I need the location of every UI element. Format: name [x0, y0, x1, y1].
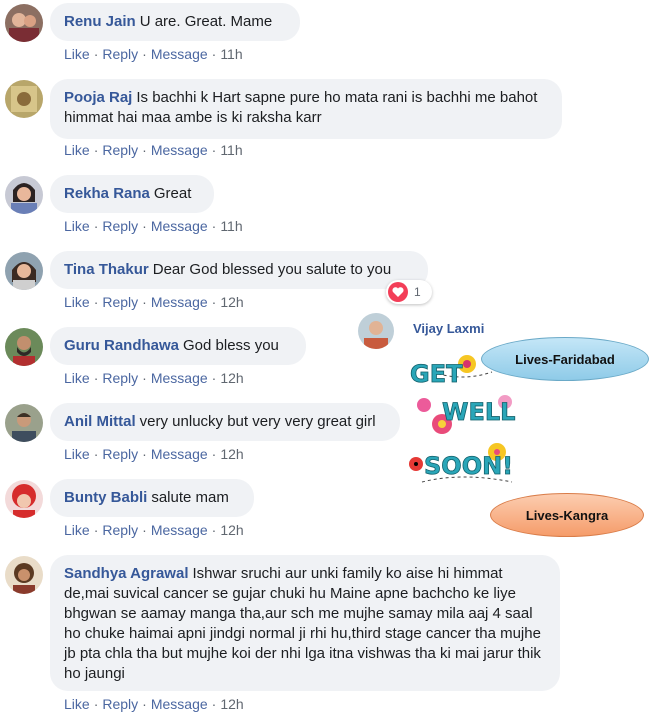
avatar[interactable] — [5, 480, 43, 518]
message-link[interactable]: Message — [151, 142, 208, 158]
like-link[interactable]: Like — [64, 218, 90, 234]
location-label-top: Lives-Faridabad — [481, 337, 649, 381]
avatar[interactable] — [5, 252, 43, 290]
message-link[interactable]: Message — [151, 696, 208, 712]
commenter-name[interactable]: Rekha Rana — [64, 185, 150, 202]
reply-link[interactable]: Reply — [102, 46, 138, 62]
comment-bubble: Bunty Babli salute mam — [50, 479, 254, 517]
comment-text: Dear God blessed you salute to you — [152, 261, 392, 278]
like-link[interactable]: Like — [64, 142, 90, 158]
comment-bubble: Guru Randhawa God bless you — [50, 327, 306, 365]
comment-bubble: Anil Mittal very unlucky but very very gr… — [50, 403, 400, 441]
timestamp[interactable]: 12h — [220, 370, 243, 386]
comment-actions: Like · Reply · Message · 11h — [64, 46, 243, 62]
commenter-name[interactable]: Anil Mittal — [64, 413, 136, 430]
reply-link[interactable]: Reply — [102, 370, 138, 386]
reaction-count: 1 — [414, 285, 421, 299]
avatar[interactable] — [5, 556, 43, 594]
commenter-name[interactable]: Guru Randhawa — [64, 337, 179, 354]
commenter-name[interactable]: Renu Jain — [64, 13, 136, 30]
reply-link[interactable]: Reply — [102, 696, 138, 712]
like-link[interactable]: Like — [64, 446, 90, 462]
timestamp[interactable]: 11h — [220, 46, 242, 62]
avatar[interactable] — [5, 80, 43, 118]
like-link[interactable]: Like — [64, 294, 90, 310]
comment-actions: Like · Reply · Message · 12h — [64, 446, 244, 462]
sticker-author-name[interactable]: Vijay Laxmi — [413, 321, 484, 336]
svg-text:GET: GET — [410, 360, 463, 388]
avatar[interactable] — [5, 4, 43, 42]
message-link[interactable]: Message — [151, 446, 208, 462]
reply-link[interactable]: Reply — [102, 294, 138, 310]
avatar[interactable] — [5, 404, 43, 442]
comment-actions: Like · Reply · Message · 11h — [64, 218, 243, 234]
location-label-bottom: Lives-Kangra — [490, 493, 644, 537]
comment-bubble: Rekha Rana Great — [50, 175, 214, 213]
reply-link[interactable]: Reply — [102, 446, 138, 462]
reply-link[interactable]: Reply — [102, 522, 138, 538]
comment-bubble: Tina Thakur Dear God blessed you salute t… — [50, 251, 428, 289]
comment-text: very unlucky but very very great girl — [139, 413, 376, 430]
like-link[interactable]: Like — [64, 46, 90, 62]
comment-text: God bless you — [183, 337, 279, 354]
timestamp[interactable]: 11h — [220, 218, 242, 234]
heart-icon — [388, 282, 408, 302]
timestamp[interactable]: 11h — [220, 142, 242, 158]
comment-actions: Like · Reply · Message · 12h — [64, 522, 244, 538]
commenter-name[interactable]: Bunty Babli — [64, 489, 147, 506]
comment-actions: Like · Reply · Message · 12h — [64, 370, 244, 386]
comment-text: U are. Great. Mame — [139, 13, 273, 30]
comment-text: salute mam — [151, 489, 229, 506]
svg-text:WELL: WELL — [442, 398, 515, 426]
like-link[interactable]: Like — [64, 370, 90, 386]
comment-text: Ishwar sruchi aur unki family ko aise hi… — [64, 565, 541, 682]
like-link[interactable]: Like — [64, 696, 90, 712]
comment-actions: Like · Reply · Message · 12h — [64, 696, 244, 712]
avatar[interactable] — [358, 313, 394, 349]
reply-link[interactable]: Reply — [102, 218, 138, 234]
comment-text: Great — [153, 185, 192, 202]
svg-text:SOON!: SOON! — [424, 452, 513, 480]
avatar[interactable] — [5, 328, 43, 366]
commenter-name[interactable]: Pooja Raj — [64, 89, 132, 106]
comment-bubble: Renu Jain U are. Great. Mame — [50, 3, 300, 41]
comment-bubble: Sandhya Agrawal Ishwar sruchi aur unki fa… — [50, 555, 560, 691]
commenter-name[interactable]: Sandhya Agrawal — [64, 565, 188, 582]
message-link[interactable]: Message — [151, 218, 208, 234]
timestamp[interactable]: 12h — [220, 294, 243, 310]
message-link[interactable]: Message — [151, 46, 208, 62]
comment-text: Is bachhi k Hart sapne pure ho mata rani… — [64, 89, 538, 126]
comment-bubble: Pooja Raj Is bachhi k Hart sapne pure ho … — [50, 79, 562, 139]
avatar[interactable] — [5, 176, 43, 214]
timestamp[interactable]: 12h — [220, 696, 243, 712]
message-link[interactable]: Message — [151, 294, 208, 310]
reply-link[interactable]: Reply — [102, 142, 138, 158]
timestamp[interactable]: 12h — [220, 522, 243, 538]
message-link[interactable]: Message — [151, 522, 208, 538]
comment-actions: Like · Reply · Message · 12h — [64, 294, 244, 310]
like-link[interactable]: Like — [64, 522, 90, 538]
message-link[interactable]: Message — [151, 370, 208, 386]
commenter-name[interactable]: Tina Thakur — [64, 261, 149, 278]
reaction-badge[interactable]: 1 — [386, 280, 432, 304]
timestamp[interactable]: 12h — [220, 446, 243, 462]
comment-actions: Like · Reply · Message · 11h — [64, 142, 243, 158]
